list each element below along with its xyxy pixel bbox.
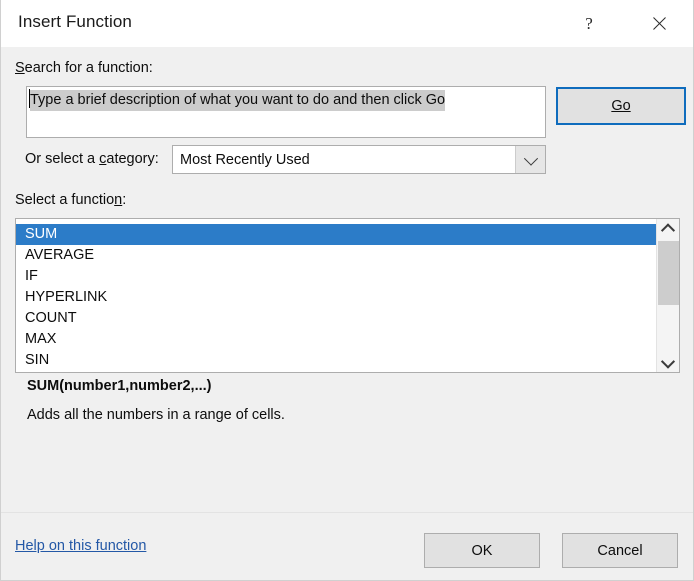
function-list-label: Select a function: — [15, 192, 127, 208]
help-on-this-function-link[interactable]: Help on this function — [15, 538, 146, 554]
search-label: Search for a function: — [15, 60, 153, 76]
list-item[interactable]: MAX — [16, 329, 656, 350]
category-label: Or select a category: — [25, 151, 159, 167]
list-item[interactable]: AVERAGE — [16, 245, 656, 266]
function-signature: SUM(number1,number2,...) — [27, 378, 212, 394]
scroll-down-button[interactable] — [657, 353, 679, 372]
chevron-down-icon — [523, 151, 538, 166]
chevron-down-icon — [660, 354, 676, 369]
help-button[interactable]: ? — [566, 0, 612, 46]
category-dropdown[interactable]: Most Recently Used — [172, 145, 546, 174]
search-input[interactable] — [26, 86, 546, 138]
list-item[interactable]: HYPERLINK — [16, 287, 656, 308]
function-description: Adds all the numbers in a range of cells… — [27, 407, 285, 423]
insert-function-dialog: Insert Function ? Search for a function:… — [0, 0, 694, 581]
category-dropdown-arrow[interactable] — [515, 146, 545, 173]
question-mark-icon: ? — [585, 13, 593, 33]
cancel-button[interactable]: Cancel — [562, 533, 678, 568]
list-item[interactable]: SUM — [16, 224, 656, 245]
function-list-scrollbar[interactable] — [656, 219, 679, 372]
chevron-up-icon — [660, 222, 676, 237]
list-item[interactable]: COUNT — [16, 308, 656, 329]
close-icon — [651, 15, 668, 32]
function-list: SUM AVERAGE IF HYPERLINK COUNT MAX SIN — [16, 219, 656, 372]
dialog-title: Insert Function — [18, 12, 132, 31]
close-button[interactable] — [636, 0, 682, 46]
list-item[interactable]: SIN — [16, 350, 656, 371]
title-bar: Insert Function ? — [1, 0, 693, 48]
scrollbar-thumb[interactable] — [658, 241, 679, 305]
footer-divider — [1, 512, 693, 513]
go-button[interactable]: Go — [556, 87, 686, 125]
scroll-up-button[interactable] — [657, 219, 679, 238]
category-selected-value: Most Recently Used — [180, 151, 310, 168]
ok-button[interactable]: OK — [424, 533, 540, 568]
function-listbox[interactable]: SUM AVERAGE IF HYPERLINK COUNT MAX SIN — [15, 218, 680, 373]
list-item[interactable]: IF — [16, 266, 656, 287]
go-button-label: Go — [611, 98, 631, 114]
